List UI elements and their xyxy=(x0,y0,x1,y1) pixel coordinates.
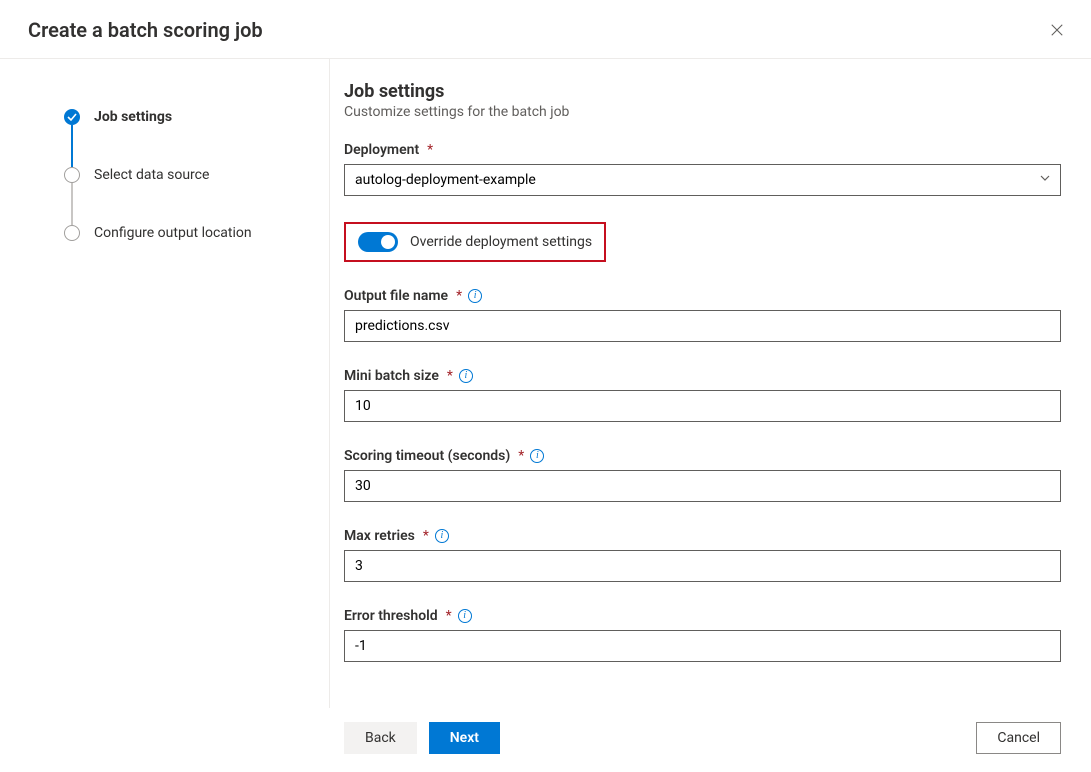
max-retries-field: Max retries * i xyxy=(344,528,1061,582)
step-configure-output[interactable]: Configure output location xyxy=(64,225,309,241)
step-job-settings[interactable]: Job settings xyxy=(64,109,309,125)
override-toggle[interactable] xyxy=(358,232,398,252)
max-retries-input[interactable] xyxy=(344,550,1061,582)
deployment-field: Deployment * xyxy=(344,142,1061,196)
override-deployment-highlight: Override deployment settings xyxy=(344,222,606,262)
output-file-name-field: Output file name * i xyxy=(344,288,1061,342)
next-button[interactable]: Next xyxy=(429,722,500,754)
required-asterisk: * xyxy=(423,528,429,544)
step-indicator-icon xyxy=(64,167,80,183)
toggle-knob xyxy=(381,235,395,249)
dialog-body: Job settings Select data source Configur… xyxy=(0,59,1091,708)
field-label: Output file name * i xyxy=(344,288,1061,304)
required-asterisk: * xyxy=(456,288,462,304)
info-icon[interactable]: i xyxy=(468,289,482,303)
required-asterisk: * xyxy=(518,448,524,464)
field-label: Deployment * xyxy=(344,142,1061,158)
field-label: Error threshold * i xyxy=(344,608,1061,624)
field-label: Scoring timeout (seconds) * i xyxy=(344,448,1061,464)
label-text: Output file name xyxy=(344,288,448,304)
step-connector xyxy=(71,183,73,225)
label-text: Max retries xyxy=(344,528,415,544)
step-label: Configure output location xyxy=(94,225,252,241)
step-indicator-icon xyxy=(64,225,80,241)
error-threshold-input[interactable] xyxy=(344,630,1061,662)
info-icon[interactable]: i xyxy=(458,609,472,623)
label-text: Deployment xyxy=(344,142,419,158)
cancel-button[interactable]: Cancel xyxy=(976,722,1061,754)
dialog-title: Create a batch scoring job xyxy=(28,18,1063,42)
job-settings-form: Job settings Customize settings for the … xyxy=(330,59,1091,708)
scoring-timeout-field: Scoring timeout (seconds) * i xyxy=(344,448,1061,502)
dialog-footer: Back Next Cancel xyxy=(0,708,1091,772)
field-label: Max retries * i xyxy=(344,528,1061,544)
batch-scoring-dialog: Create a batch scoring job Job settings … xyxy=(0,0,1091,772)
error-threshold-field: Error threshold * i xyxy=(344,608,1061,662)
step-select-data-source[interactable]: Select data source xyxy=(64,167,309,183)
step-label: Select data source xyxy=(94,167,209,183)
output-file-name-input[interactable] xyxy=(344,310,1061,342)
label-text: Scoring timeout (seconds) xyxy=(344,448,510,464)
label-text: Mini batch size xyxy=(344,368,439,384)
deployment-select[interactable] xyxy=(344,164,1061,196)
label-text: Error threshold xyxy=(344,608,438,624)
info-icon[interactable]: i xyxy=(530,449,544,463)
section-title: Job settings xyxy=(344,81,1061,102)
field-label: Mini batch size * i xyxy=(344,368,1061,384)
deployment-select-wrap xyxy=(344,164,1061,196)
required-asterisk: * xyxy=(427,142,433,158)
wizard-steps-sidebar: Job settings Select data source Configur… xyxy=(0,59,330,708)
step-label: Job settings xyxy=(94,109,172,125)
mini-batch-size-input[interactable] xyxy=(344,390,1061,422)
override-toggle-label: Override deployment settings xyxy=(410,234,592,250)
step-indicator-icon xyxy=(64,109,80,125)
dialog-header: Create a batch scoring job xyxy=(0,0,1091,59)
back-button[interactable]: Back xyxy=(344,722,417,754)
info-icon[interactable]: i xyxy=(459,369,473,383)
mini-batch-size-field: Mini batch size * i xyxy=(344,368,1061,422)
required-asterisk: * xyxy=(446,608,452,624)
section-subtitle: Customize settings for the batch job xyxy=(344,104,1061,120)
scoring-timeout-input[interactable] xyxy=(344,470,1061,502)
info-icon[interactable]: i xyxy=(435,529,449,543)
required-asterisk: * xyxy=(447,368,453,384)
close-icon[interactable] xyxy=(1047,20,1067,40)
step-connector xyxy=(71,125,73,167)
